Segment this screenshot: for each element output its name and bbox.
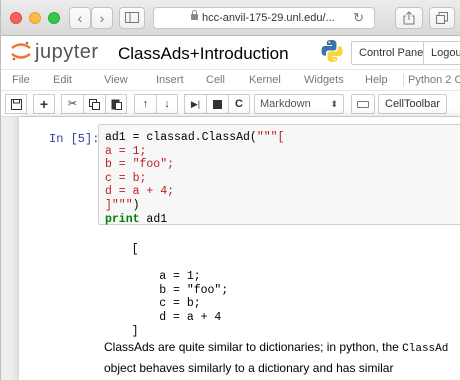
browser-titlebar: ‹ › hcc-anvil-175-29.unl.edu/... ↻ [1, 0, 460, 36]
share-button[interactable] [395, 7, 423, 29]
sidebar-button[interactable] [119, 7, 145, 29]
tabs-button[interactable] [429, 7, 455, 29]
cut-button[interactable]: ✂ [61, 94, 83, 114]
tabs-icon [436, 12, 448, 24]
step-forward-icon: ▶| [190, 99, 201, 109]
menu-kernel[interactable]: Kernel [249, 74, 281, 86]
forward-button[interactable]: › [91, 7, 113, 29]
inline-code: ClassAd [402, 343, 449, 355]
close-window-button[interactable] [10, 12, 22, 24]
reload-icon[interactable]: ↻ [353, 8, 364, 28]
chevron-right-icon: › [99, 10, 105, 26]
python-logo-icon [321, 40, 343, 62]
move-down-button[interactable]: ↓ [156, 94, 178, 114]
refresh-icon: C [235, 98, 243, 110]
menu-cell[interactable]: Cell [206, 74, 225, 86]
stop-icon [213, 100, 222, 109]
cell-type-select[interactable]: Markdown ⬍ [254, 94, 344, 114]
chevron-left-icon: ‹ [77, 10, 83, 26]
menu-edit[interactable]: Edit [53, 74, 72, 86]
menu-insert[interactable]: Insert [156, 74, 184, 86]
command-palette-button[interactable] [351, 94, 375, 114]
url-text: hcc-anvil-175-29.unl.edu/... [202, 12, 335, 24]
address-bar[interactable]: hcc-anvil-175-29.unl.edu/... ↻ [153, 7, 375, 29]
copy-icon [89, 99, 100, 110]
markdown-cell[interactable]: ClassAds are quite similar to dictionari… [104, 338, 459, 380]
notebook-page: In [5]: ad1 = classad.ClassAd("""[ a = 1… [19, 117, 460, 380]
arrow-up-icon: ↑ [142, 98, 149, 110]
menu-file[interactable]: File [12, 74, 30, 86]
jupyter-header: jupyter ClassAds+Introduction Control Pa… [1, 36, 460, 66]
menu-widgets[interactable]: Widgets [304, 74, 344, 86]
move-up-button[interactable]: ↑ [134, 94, 156, 114]
notebook-toolbar: + ✂ ↑ ↓ ▶| C Markdown ⬍ CellToolbar [1, 91, 460, 117]
celltoolbar-button[interactable]: CellToolbar [378, 94, 448, 114]
control-panel-button[interactable]: Control Panel [351, 41, 434, 65]
arrow-down-icon: ↓ [164, 98, 170, 110]
plus-icon: + [39, 96, 49, 112]
menu-help[interactable]: Help [365, 74, 388, 86]
jupyter-brand[interactable]: jupyter [35, 41, 99, 64]
notebook-title[interactable]: ClassAds+Introduction [118, 44, 289, 64]
cell-output: [ a = 1; b = "foo"; c = b; d = a + 4 ] [131, 243, 229, 338]
cell-type-value: Markdown [260, 98, 311, 110]
sidebar-icon [125, 12, 139, 23]
select-arrows-icon: ⬍ [330, 99, 338, 109]
paste-icon [111, 99, 122, 110]
copy-button[interactable] [83, 94, 105, 114]
input-prompt: In [5]: [49, 132, 100, 146]
back-button[interactable]: ‹ [69, 7, 91, 29]
insert-cell-button[interactable]: + [33, 94, 55, 114]
share-icon [403, 11, 415, 25]
run-cell-button[interactable]: ▶| [184, 94, 206, 114]
interrupt-kernel-button[interactable] [206, 94, 228, 114]
restart-kernel-button[interactable]: C [228, 94, 250, 114]
paste-button[interactable] [105, 94, 127, 114]
zoom-window-button[interactable] [48, 12, 60, 24]
lock-icon [191, 10, 198, 20]
minimize-window-button[interactable] [29, 12, 41, 24]
scissors-icon: ✂ [67, 98, 78, 110]
notebook-area: In [5]: ad1 = classad.ClassAd("""[ a = 1… [1, 117, 460, 380]
code-text[interactable]: ad1 = classad.ClassAd("""[ a = 1; b = "f… [105, 131, 284, 226]
save-icon [10, 99, 22, 110]
menubar: File Edit View Insert Cell Kernel Widget… [1, 69, 460, 91]
code-cell-input[interactable]: ad1 = classad.ClassAd("""[ a = 1; b = "f… [98, 124, 460, 226]
kernel-indicator: Python 2 C [403, 74, 460, 86]
jupyter-logo-icon[interactable] [10, 40, 32, 62]
save-button[interactable] [5, 94, 27, 114]
browser-window: ‹ › hcc-anvil-175-29.unl.edu/... ↻ jupyt… [0, 0, 460, 380]
logout-button[interactable]: Logout [423, 41, 460, 65]
menu-view[interactable]: View [104, 74, 128, 86]
